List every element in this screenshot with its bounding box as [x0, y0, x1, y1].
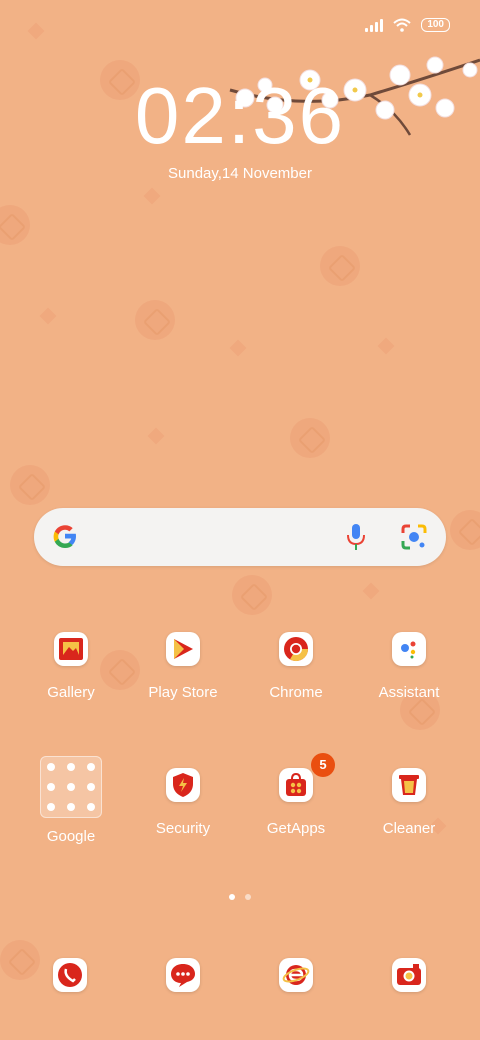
wallpaper-coin: [10, 465, 50, 505]
wallpaper-coin: [232, 575, 272, 615]
app-assistant[interactable]: Assistant: [354, 632, 464, 701]
app-play-store[interactable]: Play Store: [128, 632, 238, 701]
wifi-icon: [393, 18, 411, 32]
app-label: Gallery: [47, 684, 95, 701]
lens-icon[interactable]: [400, 523, 428, 551]
app-label: Assistant: [378, 684, 440, 701]
wallpaper-coin: [0, 205, 30, 245]
cleaner-icon: [392, 768, 426, 802]
page-dot-active[interactable]: [229, 894, 235, 900]
app-label: Google: [46, 828, 96, 845]
app-security[interactable]: Security: [128, 768, 238, 837]
battery-indicator: 100: [421, 18, 450, 32]
page-indicator[interactable]: [0, 894, 480, 900]
clock-date[interactable]: Sunday,14 November: [0, 165, 480, 182]
assistant-icon: [392, 632, 426, 666]
clock-time[interactable]: 02:36: [0, 70, 480, 162]
app-gallery[interactable]: Gallery: [16, 632, 126, 701]
wallpaper-coin: [450, 510, 480, 550]
dock-browser[interactable]: [279, 958, 313, 992]
browser-icon: [282, 965, 310, 985]
app-getapps[interactable]: 5 GetApps: [241, 753, 351, 837]
gallery-icon: [54, 632, 88, 666]
app-label: Cleaner: [382, 820, 436, 837]
phone-icon: [58, 963, 82, 987]
status-bar: 100: [365, 18, 450, 32]
app-chrome[interactable]: Chrome: [241, 632, 351, 701]
app-label: GetApps: [266, 820, 326, 837]
wallpaper-sparkle: [362, 582, 380, 600]
signal-icon: [365, 18, 384, 32]
wallpaper-coin: [0, 940, 40, 980]
google-g-icon: [53, 525, 76, 548]
wallpaper-sparkle: [39, 307, 57, 325]
page-dot[interactable]: [245, 894, 251, 900]
app-label: Play Store: [148, 684, 218, 701]
google-search-bar[interactable]: [34, 508, 446, 566]
mic-icon[interactable]: [346, 523, 366, 551]
camera-icon: [397, 964, 421, 985]
messages-icon: [171, 964, 195, 987]
wallpaper-sparkle: [27, 22, 45, 40]
play-store-icon: [166, 632, 200, 666]
wallpaper-sparkle: [147, 427, 165, 445]
chrome-icon: [279, 632, 313, 666]
wallpaper-coin: [290, 418, 330, 458]
folder-google[interactable]: Google: [16, 756, 126, 845]
getapps-icon: [279, 768, 313, 802]
notification-badge: 5: [311, 753, 335, 777]
wallpaper-sparkle: [377, 337, 395, 355]
dock-phone[interactable]: [53, 958, 87, 992]
app-cleaner[interactable]: Cleaner: [354, 768, 464, 837]
security-icon: [166, 768, 200, 802]
dock-camera[interactable]: [392, 958, 426, 992]
dock-messages[interactable]: [166, 958, 200, 992]
wallpaper-coin: [320, 246, 360, 286]
google-folder-icon: [40, 756, 102, 818]
wallpaper-coin: [135, 300, 175, 340]
app-label: Security: [155, 820, 211, 837]
app-label: Chrome: [269, 684, 323, 701]
wallpaper-sparkle: [143, 187, 161, 205]
wallpaper-sparkle: [229, 339, 247, 357]
